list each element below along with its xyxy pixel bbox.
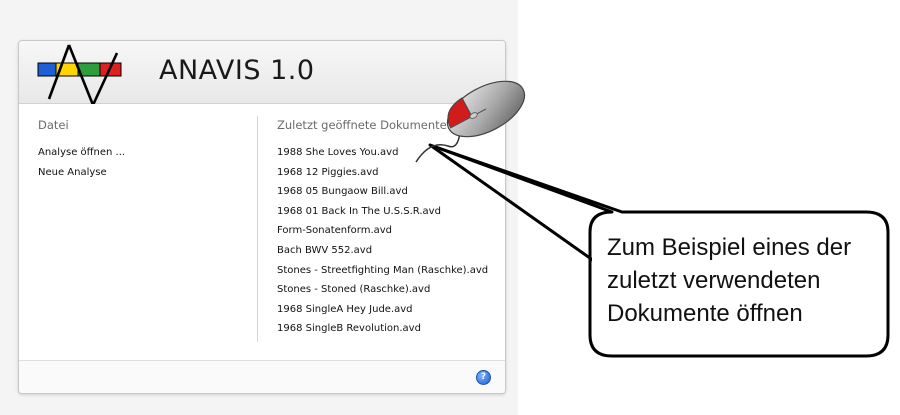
callout-line: Zum Beispiel eines der — [607, 234, 852, 261]
mouse-icon — [446, 80, 526, 138]
callout-overlay — [415, 131, 890, 358]
callout-line: zuletzt verwendeten — [607, 267, 821, 294]
callout-line: Dokumente öffnen — [607, 300, 803, 327]
callout-text: Zum Beispiel eines der zuletzt verwendet… — [607, 231, 887, 330]
callout-pointer-line — [429, 143, 605, 270]
